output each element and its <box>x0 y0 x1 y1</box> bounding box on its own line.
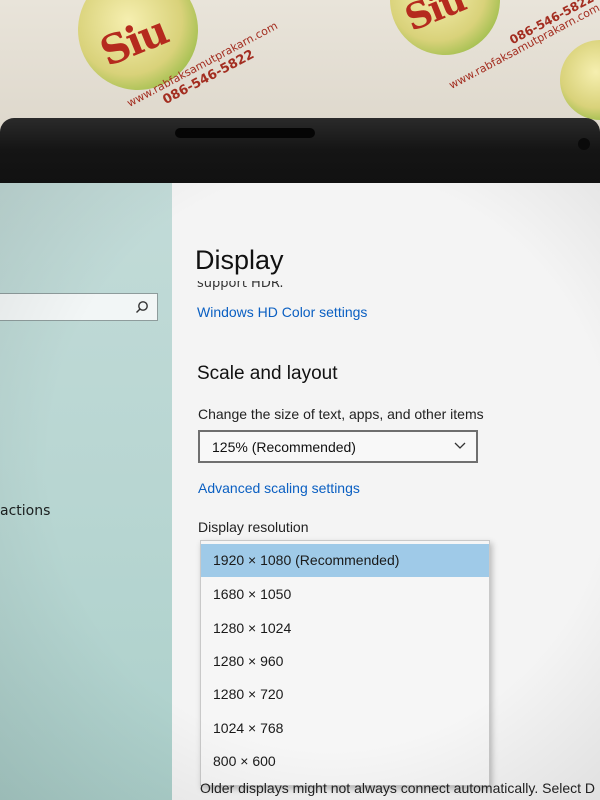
resolution-option[interactable]: 1280 × 720 <box>201 678 489 711</box>
search-input[interactable] <box>0 293 158 321</box>
hdr-support-text-content: support HDR. <box>197 281 284 291</box>
resolution-dropdown-list: 1920 × 1080 (Recommended) 1680 × 1050 12… <box>200 540 490 786</box>
hd-color-settings-link[interactable]: Windows HD Color settings <box>197 304 367 320</box>
webcam-slot <box>175 128 315 138</box>
display-settings-panel: Display support HDR. Windows HD Color se… <box>172 183 600 800</box>
hdr-support-text: support HDR. <box>197 281 284 291</box>
settings-sidebar: actions <box>0 183 172 800</box>
screen: actions Display support HDR. Windows HD … <box>0 183 600 800</box>
scale-layout-heading: Scale and layout <box>197 363 338 384</box>
scale-dropdown[interactable]: 125% (Recommended) <box>198 430 478 463</box>
chevron-down-icon <box>454 442 466 449</box>
older-displays-text: Older displays might not always connect … <box>200 780 596 796</box>
sidebar-item-actions[interactable]: actions <box>0 503 50 519</box>
scale-dropdown-value: 125% (Recommended) <box>212 439 356 455</box>
bezel-sensor <box>578 138 590 150</box>
scale-label: Change the size of text, apps, and other… <box>198 406 484 422</box>
resolution-option[interactable]: 1680 × 1050 <box>201 578 489 611</box>
advanced-scaling-link[interactable]: Advanced scaling settings <box>198 480 360 496</box>
resolution-option[interactable]: 1280 × 960 <box>201 645 489 678</box>
resolution-option[interactable]: 800 × 600 <box>201 745 489 778</box>
resolution-option[interactable]: 1280 × 1024 <box>201 612 489 645</box>
search-icon <box>136 301 148 313</box>
resolution-label: Display resolution <box>198 519 309 535</box>
page-title: Display <box>195 245 284 275</box>
resolution-option[interactable]: 1920 × 1080 (Recommended) <box>201 544 489 577</box>
sticker-logo <box>560 40 600 120</box>
sticker-phone: 086-546-5822 <box>507 0 597 48</box>
resolution-option[interactable]: 1024 × 768 <box>201 712 489 745</box>
